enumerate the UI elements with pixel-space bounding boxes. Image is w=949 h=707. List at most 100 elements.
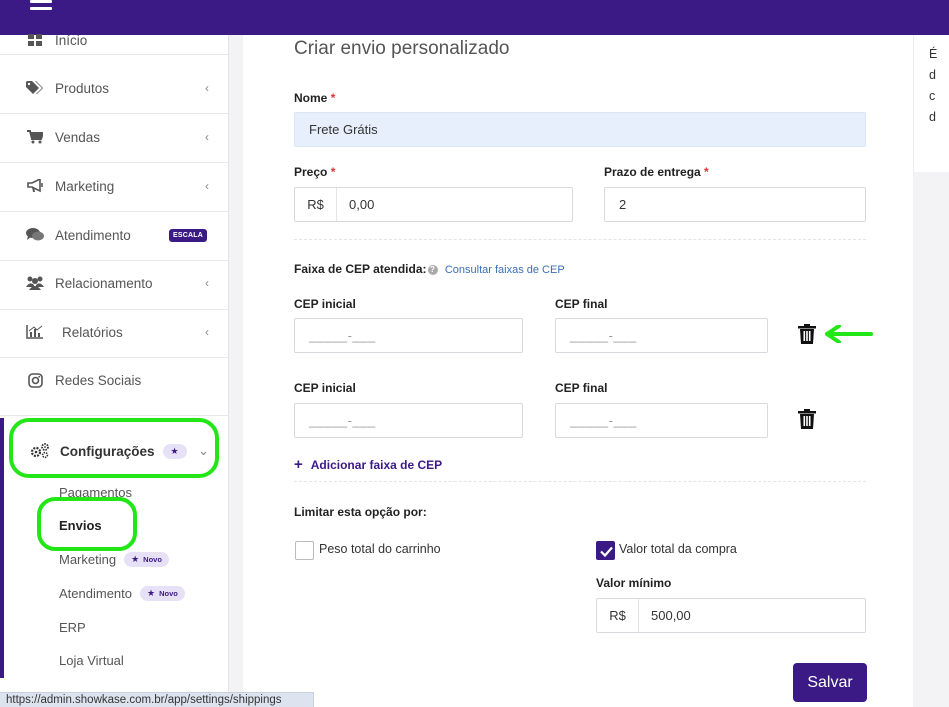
active-section-indicator [0,418,4,678]
star-pill: ★ [162,443,187,459]
currency-prefix: R$ [295,188,337,221]
star-icon: ★ [170,445,179,456]
trash-icon[interactable] [798,409,818,431]
status-bar-url: https://admin.showkase.com.br/app/settin… [0,692,314,707]
prazo-input[interactable]: 2 [604,187,866,222]
star-icon: ★ [147,588,156,598]
novo-pill: ★ Novo [140,586,185,601]
sidebar-subitem-marketing[interactable]: Marketing ★ Novo [59,552,169,567]
sidebar-subitem-envios[interactable]: Envios [59,518,102,533]
sidebar-subitem-atendimento[interactable]: Atendimento ★ Novo [59,586,185,601]
sidebar-item-redes-sociais[interactable]: Redes Sociais [0,360,229,400]
sidebar-item-label: Vendas [55,129,101,145]
prazo-value: 2 [619,197,627,212]
prazo-label: Prazo de entrega * [604,165,709,179]
sidebar: Início Produtos ‹ Vendas ‹ Marketing ‹ A… [0,32,229,707]
preco-value: 0,00 [349,197,375,212]
sidebar-item-label: Relacionamento [55,275,153,291]
sidebar-subitem-label: Envios [59,518,102,533]
sidebar-subitem-label: Atendimento [59,586,132,601]
nome-label: Nome * [294,91,335,105]
sidebar-item-label: Configurações [60,443,155,459]
sidebar-subitem-label: Pagamentos [59,485,132,500]
cep-placeholder: _____-___ [570,413,637,428]
cep-inicial-label: CEP inicial [294,381,356,395]
save-button[interactable]: Salvar [793,663,867,702]
cep-inicial-input[interactable]: _____-___ [294,318,523,353]
sidebar-item-label: Atendimento [55,227,131,243]
divider [0,260,229,261]
sidebar-item-configuracoes[interactable]: Configurações ★ ⌄ [5,431,229,471]
valor-total-label: Valor total da compra [619,542,737,556]
chart-icon [25,324,45,340]
info-text-line: d [929,68,936,82]
add-cep-range-button[interactable]: + Adicionar faixa de CEP [294,456,442,473]
preco-input[interactable]: R$ 0,00 [294,187,573,222]
help-icon[interactable]: ? [427,264,438,275]
prazo-label-text: Prazo de entrega [604,165,701,179]
sidebar-item-vendas[interactable]: Vendas ‹ [0,117,229,157]
sidebar-item-label: Relatórios [62,324,123,340]
hamburger-menu-icon[interactable] [30,0,52,10]
chevron-left-icon: ‹ [205,325,209,339]
sidebar-item-relatorios[interactable]: Relatórios ‹ [0,312,229,352]
cep-placeholder: _____-___ [309,328,376,343]
sidebar-subitem-pagamentos[interactable]: Pagamentos [59,485,132,500]
sidebar-item-relacionamento[interactable]: Relacionamento ‹ [0,263,229,303]
valor-minimo-label: Valor mínimo [596,576,672,590]
divider [0,54,229,55]
users-icon [25,275,45,291]
divider [0,162,229,163]
trash-icon[interactable] [798,324,818,346]
gears-icon [30,443,50,459]
cep-section-text: Faixa de CEP atendida: [294,262,427,276]
grid-icon [25,32,45,48]
sidebar-subitem-label: Marketing [59,552,117,567]
divider [0,415,229,416]
required-mark: * [704,165,709,179]
sidebar-subitem-label: ERP [59,620,86,635]
divider [0,309,229,310]
main-content: Criar envio personalizado Nome * Frete G… [243,35,913,707]
sidebar-item-atendimento[interactable]: Atendimento ESCALA [0,215,229,255]
valor-minimo-value: 500,00 [651,608,691,623]
cep-final-input[interactable]: _____-___ [555,318,768,353]
sidebar-item-produtos[interactable]: Produtos ‹ [0,68,229,108]
sidebar-item-marketing[interactable]: Marketing ‹ [0,166,229,206]
cart-icon [25,129,45,145]
megaphone-icon [25,178,45,194]
required-mark: * [330,91,336,105]
cep-placeholder: _____-___ [309,413,376,428]
consultar-cep-link[interactable]: Consultar faixas de CEP [445,264,565,276]
peso-checkbox[interactable] [295,541,314,560]
valor-total-checkbox[interactable] [596,541,615,560]
sidebar-item-label: Produtos [55,80,110,96]
novo-label: Novo [159,589,178,598]
cep-final-input[interactable]: _____-___ [555,403,768,438]
currency-prefix: R$ [597,599,639,632]
divider [0,211,229,212]
instagram-icon [25,372,45,388]
cep-inicial-input[interactable]: _____-___ [294,403,523,438]
valor-minimo-input[interactable]: R$ 500,00 [596,598,866,633]
peso-label: Peso total do carrinho [319,542,441,556]
chevron-down-icon: ⌄ [198,443,209,458]
cep-final-label: CEP final [555,381,608,395]
cep-inicial-label: CEP inicial [294,297,356,311]
star-icon: ★ [131,554,140,564]
limit-label: Limitar esta opção por: [294,505,427,519]
sidebar-subitem-loja-virtual[interactable]: Loja Virtual [59,653,124,668]
sidebar-item-label: Marketing [55,178,115,194]
required-mark: * [330,165,336,179]
chevron-left-icon: ‹ [205,179,209,193]
tags-icon [25,80,45,96]
divider [294,481,866,482]
escala-badge: ESCALA [169,228,207,242]
green-arrow-annotation [825,324,873,344]
novo-label: Novo [143,555,162,564]
info-text-line: É [929,47,938,61]
cep-placeholder: _____-___ [570,328,637,343]
check-icon [600,546,613,558]
nome-input[interactable]: Frete Grátis [294,112,866,147]
sidebar-subitem-erp[interactable]: ERP [59,620,86,635]
